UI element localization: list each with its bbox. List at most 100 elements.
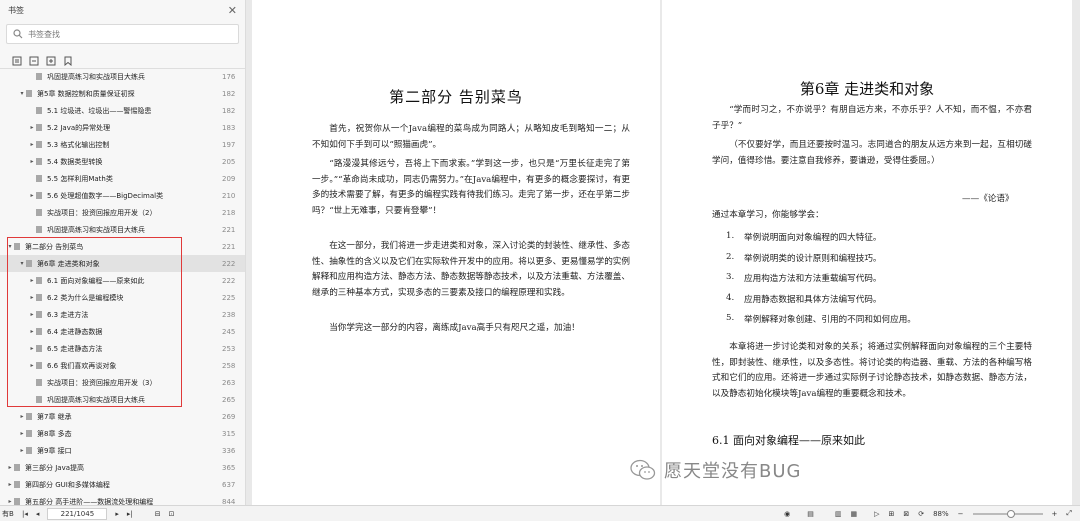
objective-item: 1. 举例说明面向对象编程的四大特征。 [726,231,1056,252]
fullscreen-icon[interactable]: ⤢ [1066,509,1072,518]
bookmark-item[interactable]: 5.5 怎样利用Math类 209 [0,170,245,187]
bookmark-page-number: 258 [222,361,236,370]
expand-arrow-icon[interactable]: ▸ [28,124,36,131]
expand-arrow-icon[interactable]: ▸ [28,345,36,352]
expand-arrow-icon[interactable]: ▸ [6,464,14,471]
collapse-all-icon[interactable] [29,51,39,66]
zoom-out-button[interactable]: − [958,510,964,518]
fit-width-icon[interactable]: ⊠ [903,510,909,518]
bookmark-page-icon [26,90,32,97]
eye-protection-icon[interactable]: ◉ [784,510,790,518]
expand-arrow-icon[interactable]: ▸ [28,141,36,148]
expand-arrow-icon[interactable]: ▸ [28,362,36,369]
bookmark-label: 第8章 多态 [37,429,72,438]
rotate-icon[interactable]: ⟳ [918,510,924,518]
bookmark-page-icon [36,209,42,216]
expand-arrow-icon[interactable]: ▸ [6,498,14,505]
page-right: 第6章 走进类和对象 “学而时习之，不亦说乎？有朋自远方来，不亦乐乎？人不知，而… [662,0,1072,505]
search-icon [13,29,23,39]
expand-arrow-icon[interactable]: ▸ [28,328,36,335]
page-number-input[interactable]: 221/1045 [47,507,108,520]
bookmark-item[interactable]: ▾ 第二部分 告别菜鸟 221 [0,238,245,255]
expand-arrow-icon[interactable]: ▸ [28,294,36,301]
expand-arrow-icon[interactable]: ▸ [28,158,36,165]
bookmark-item[interactable]: ▸ 6.1 面向对象编程——原来如此 222 [0,272,245,289]
zoom-level[interactable]: 88% [933,510,949,518]
bookmark-label: 第四部分 GUI和多媒体编程 [25,480,110,489]
bookmark-item[interactable]: ▸ 第9章 接口 336 [0,442,245,459]
objective-text: 举例说明类的设计原则和编程技巧。 [744,253,882,264]
watermark-text: 愿天堂没有BUG [664,461,802,482]
expand-arrow-icon[interactable]: ▸ [28,192,36,199]
bookmark-item[interactable]: ▸ 第三部分 Java提高 365 [0,459,245,476]
bookmark-item[interactable]: ▸ 5.6 处理超值数字——BigDecimal类 210 [0,187,245,204]
bookmark-search-box[interactable] [6,24,239,44]
add-bookmark-icon[interactable] [46,51,56,66]
expand-arrow-icon[interactable]: ▸ [18,447,26,454]
bookmark-search-input[interactable] [28,29,208,39]
expand-arrow-icon[interactable]: ▸ [18,430,26,437]
zoom-slider-handle[interactable] [1006,509,1015,518]
zoom-in-button[interactable]: + [1052,510,1058,518]
status-left-label: 有B [2,509,14,518]
bookmark-item[interactable]: ▸ 第7章 继承 269 [0,408,245,425]
expand-arrow-icon[interactable]: ▸ [18,413,26,420]
bookmark-item[interactable]: ▸ 5.2 Java的异常处理 183 [0,119,245,136]
bookmark-item[interactable]: 巩固提高练习和实战项目大练兵 221 [0,221,245,238]
bookmark-page-number: 210 [222,191,236,200]
bookmark-page-icon [36,294,42,301]
forward-icon[interactable]: ⊡ [169,510,175,518]
expand-arrow-icon[interactable]: ▾ [18,90,26,97]
last-page-button[interactable]: ▸| [127,510,133,518]
bookmark-page-icon [36,362,42,369]
bookmark-item[interactable]: ▸ 6.5 走进静态方法 253 [0,340,245,357]
expand-arrow-icon[interactable]: ▸ [28,277,36,284]
bookmark-page-number: 253 [222,344,236,353]
play-icon[interactable]: ▷ [874,510,879,518]
bookmark-item[interactable]: 实战项目：投资回报应用开发（2） 218 [0,204,245,221]
document-view[interactable]: 第二部分 告别菜鸟 首先，祝贺你从一个Java编程的菜鸟成为同路人；从略知皮毛到… [246,0,1080,505]
bookmark-label: 巩固提高练习和实战项目大练兵 [47,72,145,81]
bookmark-item[interactable]: 实战项目：投资回报应用开发（3） 263 [0,374,245,391]
bookmark-item[interactable]: ▸ 5.4 数据类型转换 205 [0,153,245,170]
next-page-button[interactable]: ▸ [115,510,119,518]
bookmark-item[interactable]: ▸ 6.3 走进方法 238 [0,306,245,323]
bookmark-page-icon [36,328,42,335]
continuous-icon[interactable]: ▦ [850,510,857,518]
objectives-list: 1. 举例说明面向对象编程的四大特征。 2. 举例说明类的设计原则和编程技巧。 3. 应用… [726,231,1056,334]
objective-text: 应用构造方法和方法重载编写代码。 [744,274,882,284]
expand-arrow-icon[interactable]: ▸ [6,481,14,488]
bookmark-page-icon [26,430,32,437]
double-page-icon[interactable]: ▥ [835,510,842,518]
bookmark-item[interactable]: ▸ 第四部分 GUI和多媒体编程 637 [0,476,245,493]
paragraph: 在这一部分，我们将进一步走进类和对象，深入讨论类的封装性、继承性、多态性、抽象性… [312,241,630,298]
bookmark-label: 巩固提高练习和实战项目大练兵 [47,395,145,404]
single-page-icon[interactable]: ▤ [807,510,814,518]
bookmark-item[interactable]: 5.1 垃圾进、垃圾出——警惕隐患 182 [0,102,245,119]
bookmark-page-icon [14,464,20,471]
expand-arrow-icon[interactable]: ▾ [18,260,26,267]
bookmark-label: 实战项目：投资回报应用开发（3） [47,378,157,387]
zoom-slider[interactable] [972,509,1043,518]
bookmark-item[interactable]: 巩固提高练习和实战项目大练兵 265 [0,391,245,408]
bookmark-page-icon [36,175,42,182]
expand-arrow-icon[interactable]: ▾ [6,243,14,250]
bookmark-page-number: 205 [222,157,236,166]
bookmark-icon[interactable] [63,51,73,67]
objective-number: 5. [726,313,735,323]
bookmark-item[interactable]: ▸ 6.4 走进静态数据 245 [0,323,245,340]
bookmark-item[interactable]: ▸ 6.6 我们喜欢再谈对象 258 [0,357,245,374]
bookmark-item[interactable]: ▾ 第5章 数据控制和质量保证初探 182 [0,85,245,102]
close-icon[interactable]: ✕ [228,4,237,17]
fit-page-icon[interactable]: ⊞ [888,510,894,518]
back-icon[interactable]: ⊟ [155,510,161,518]
expand-all-icon[interactable] [12,51,22,66]
prev-page-button[interactable]: ◂ [36,510,40,518]
bookmark-item[interactable]: ▸ 6.2 类为什么是编程模块 225 [0,289,245,306]
bookmark-item[interactable]: ▾ 第6章 走进类和对象 222 [0,255,245,272]
expand-arrow-icon[interactable]: ▸ [28,311,36,318]
bookmark-item[interactable]: 巩固提高练习和实战项目大练兵 176 [0,68,245,85]
first-page-button[interactable]: |◂ [22,510,28,518]
bookmark-item[interactable]: ▸ 第8章 多态 315 [0,425,245,442]
bookmark-item[interactable]: ▸ 5.3 格式化输出控制 197 [0,136,245,153]
